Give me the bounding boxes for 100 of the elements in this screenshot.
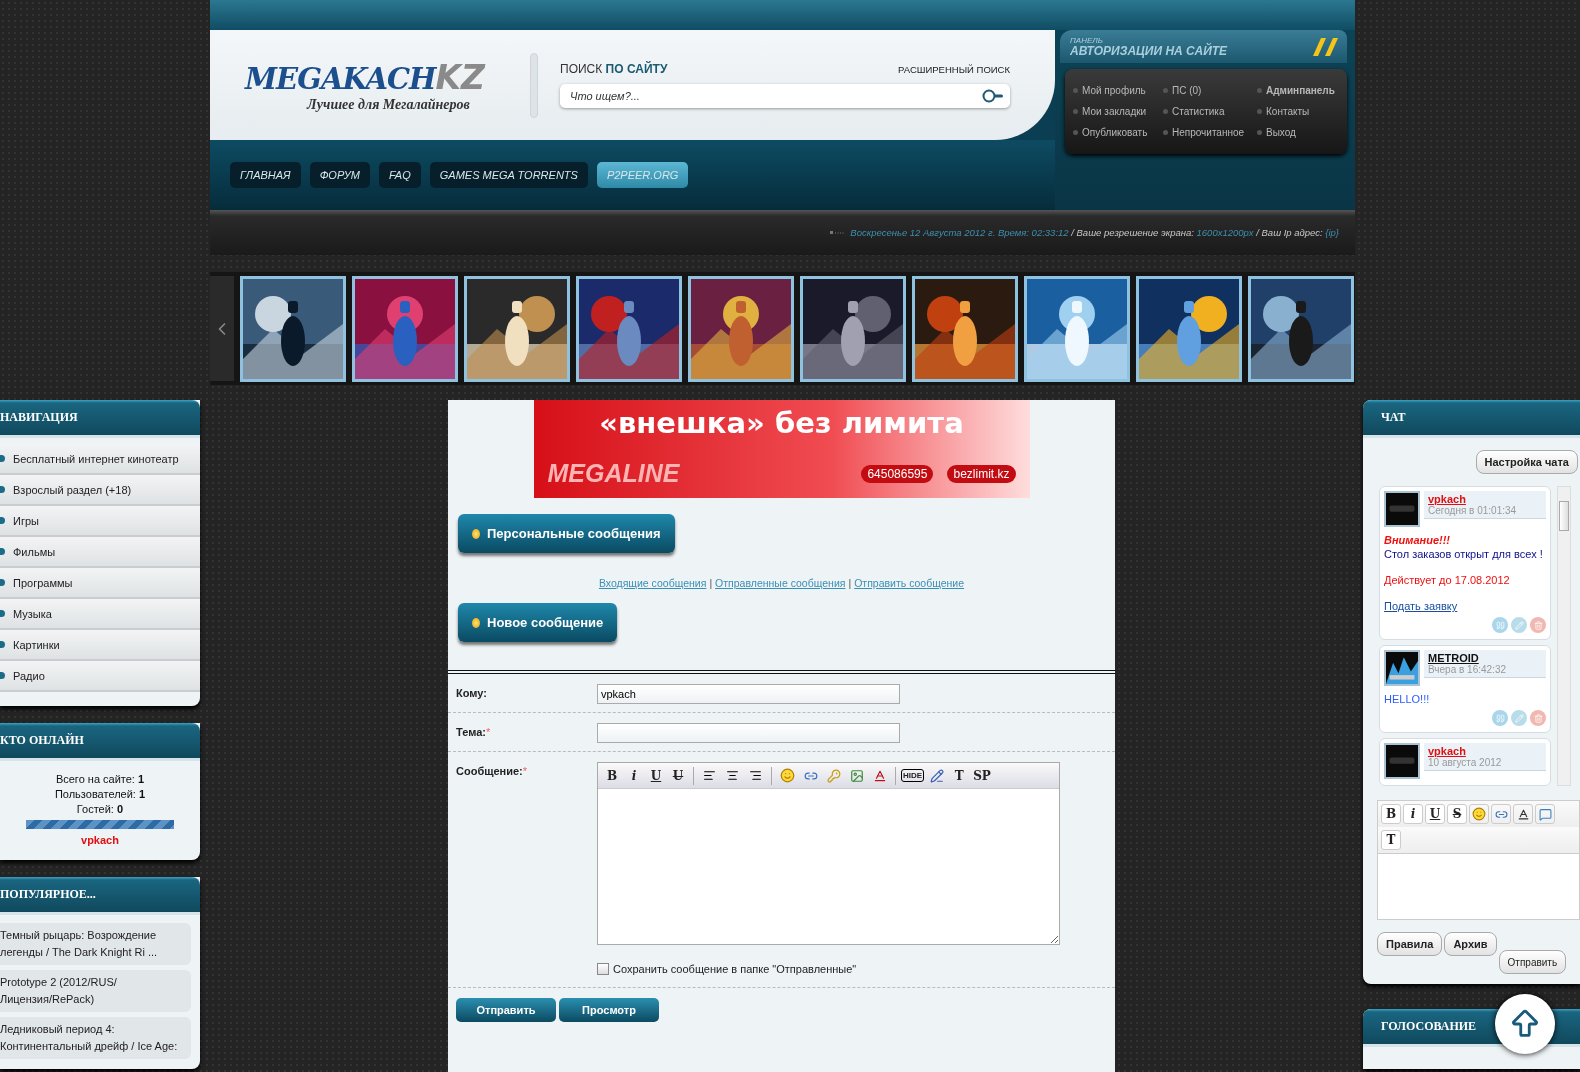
user-menu-link[interactable]: Мои закладки	[1073, 106, 1163, 117]
user-menu-link[interactable]: Админпанель	[1257, 85, 1343, 96]
smiley-icon[interactable]	[780, 768, 795, 783]
format-button[interactable]: B	[602, 765, 622, 786]
field-label: Кому:	[456, 686, 488, 701]
chat-settings-button[interactable]: Настройка чата	[1475, 450, 1578, 474]
message-text: Внимание!!!	[1384, 533, 1452, 547]
chat-button[interactable]: Архив	[1444, 932, 1497, 956]
search-title: ПОИСК ПО САЙТУ	[560, 62, 668, 76]
online-stat: Всего на сайте: 1	[55, 773, 145, 785]
nav-link[interactable]: Взрослый раздел (+18)	[0, 475, 200, 506]
author-link[interactable]: vpkach	[1428, 493, 1542, 505]
recipient-field[interactable]: vpkach	[597, 684, 900, 704]
field-label: Тема:*	[456, 725, 492, 740]
popular-link[interactable]: Prototype 2 (2012/RUS/ Лицензия/RePack)	[0, 970, 191, 1012]
smiley-icon[interactable]	[1472, 807, 1486, 821]
subject-field[interactable]	[597, 723, 900, 743]
ad-banner[interactable]: «внешка» без лимита MEGALINE 645086595 bezlimit.kz	[533, 400, 1030, 498]
format-button[interactable]: i	[1403, 804, 1423, 824]
link-separator: |	[848, 577, 852, 589]
author-link[interactable]: vpkach	[1428, 745, 1542, 757]
nav-link[interactable]: Радио	[0, 661, 200, 692]
user-menu-link[interactable]: Контакты	[1257, 106, 1343, 117]
nav-link[interactable]: Картинки	[0, 630, 200, 661]
format-button[interactable]: i	[624, 765, 644, 786]
panel-title: НАВИГАЦИЯ	[0, 410, 78, 425]
section-title-button[interactable]: Персональные сообщения	[458, 514, 675, 553]
user-menu-link[interactable]: Опубликовать	[1073, 127, 1163, 138]
search-icon[interactable]	[982, 89, 1004, 103]
chat-button[interactable]: Правила	[1377, 932, 1443, 956]
font-color-icon[interactable]	[1516, 807, 1530, 821]
panel-subtitle: ПАНЕЛЬ	[1070, 36, 1104, 45]
user-menu-link[interactable]: Мой профиль	[1073, 85, 1163, 96]
panel-title: ЧАТ	[1381, 410, 1406, 425]
format-button[interactable]: U	[668, 765, 688, 786]
message-text: HELLO!!!	[1384, 692, 1431, 706]
nav-link[interactable]: Музыка	[0, 599, 200, 630]
align-left-icon[interactable]	[703, 769, 716, 782]
nav-link[interactable]: Игры	[0, 506, 200, 537]
nav-tab[interactable]: GAMES MEGA TORRENTS	[429, 162, 588, 188]
speech-bubble-icon[interactable]	[1538, 807, 1552, 821]
nav-tab[interactable]: ГЛАВНАЯ	[230, 162, 301, 188]
online-stat: Гостей: 0	[76, 803, 124, 815]
panel-title: АВТОРИЗАЦИИ НА САЙТЕ	[1070, 44, 1228, 57]
user-menu-link[interactable]: ПС (0)	[1163, 85, 1257, 96]
message-text: Действует до 17.08.2012	[1384, 573, 1511, 587]
format-button[interactable]: T	[1381, 830, 1401, 850]
format-button[interactable]: U	[1425, 804, 1445, 824]
user-menu-link[interactable]: Статистика	[1163, 106, 1257, 117]
field-label: Сообщение:*	[456, 764, 529, 779]
nav-tab[interactable]: FAQ	[378, 162, 421, 188]
format-button[interactable]: T	[949, 765, 970, 786]
message-editor[interactable]: B i U U HIDE T SP	[597, 762, 1060, 945]
align-right-icon[interactable]	[749, 769, 762, 782]
nav-link[interactable]: Фильмы	[0, 537, 200, 568]
search-input[interactable]: Что ищем?...	[568, 89, 982, 103]
message-time: Вчера в 16:42:32	[1428, 664, 1508, 675]
pencil-icon[interactable]	[929, 768, 944, 783]
font-color-icon[interactable]	[872, 768, 887, 783]
format-button[interactable]: SP	[971, 765, 993, 786]
format-button[interactable]: HIDE	[901, 769, 925, 782]
chat-editor[interactable]: B i U S T	[1377, 800, 1580, 920]
save-checkbox[interactable]: Сохранить сообщение в папке "Отправленные"	[597, 963, 1115, 975]
user-menu-link[interactable]: Выход	[1257, 127, 1343, 138]
popular-link[interactable]: Ледниковый период 4: Континентальный дрейф / Ice Age:	[0, 1017, 191, 1059]
image-icon[interactable]	[849, 768, 864, 783]
author-link[interactable]: METROID	[1428, 652, 1542, 664]
panel-title: ГОЛОСОВАНИЕ	[1381, 1019, 1477, 1034]
format-button[interactable]: S	[1447, 804, 1467, 824]
status-info-text: Воскресенье 12 Августа 2012 г. Время: 02:33:12 / Ваше резрешение экрана: 1600x1200px / Ваш Ip адрес: {ip}	[850, 227, 1339, 238]
banner-headline: «внешка» без лимита	[598, 406, 965, 440]
advanced-search-link[interactable]: РАСШИРЕННЫЙ ПОИСК	[898, 63, 1010, 75]
align-center-icon[interactable]	[726, 769, 739, 782]
scrollbar[interactable]	[1557, 486, 1571, 786]
banner-site: bezlimit.kz	[947, 464, 1016, 483]
message-text: Стол заказов открыт для всех !	[1384, 547, 1544, 561]
nav-link[interactable]: Бесплатный интернет кинотеатр	[0, 444, 200, 475]
submit-button[interactable]: Просмотр	[559, 998, 659, 1022]
vertical-divider	[530, 52, 538, 118]
message-link[interactable]: Подать заявку	[1384, 599, 1546, 613]
format-button[interactable]: B	[1381, 804, 1401, 824]
popular-link[interactable]: Темный рыцарь: Возрождение легенды / The Dark Knight Ri ...	[0, 923, 191, 965]
link-separator: |	[709, 577, 713, 589]
user-link[interactable]: vpkach	[81, 834, 119, 846]
online-stat: Пользователей: 1	[54, 788, 146, 800]
dots-icon	[830, 229, 845, 236]
user-menu-link[interactable]: Непрочитанное	[1163, 127, 1257, 138]
nav-tab[interactable]: ФОРУМ	[309, 162, 370, 188]
banner-phone: 645086595	[861, 464, 934, 483]
submit-button[interactable]: Отправить	[456, 998, 556, 1022]
tagline: Лучшее для Мегалайнеров	[307, 96, 471, 113]
search-field[interactable]: Что ищем?...	[560, 84, 1010, 108]
format-button[interactable]: U	[646, 765, 666, 786]
nav-link[interactable]: Программы	[0, 568, 200, 599]
scroll-up-button[interactable]	[1495, 994, 1555, 1054]
logo-text[interactable]: MEGAKACH	[245, 61, 436, 96]
message-time: 10 августа 2012	[1428, 757, 1503, 768]
panel-title: КТО ОНЛАЙН	[0, 733, 84, 748]
section-title-button[interactable]: Новое сообщение	[458, 603, 618, 642]
send-button[interactable]: Отправить	[1498, 950, 1567, 974]
